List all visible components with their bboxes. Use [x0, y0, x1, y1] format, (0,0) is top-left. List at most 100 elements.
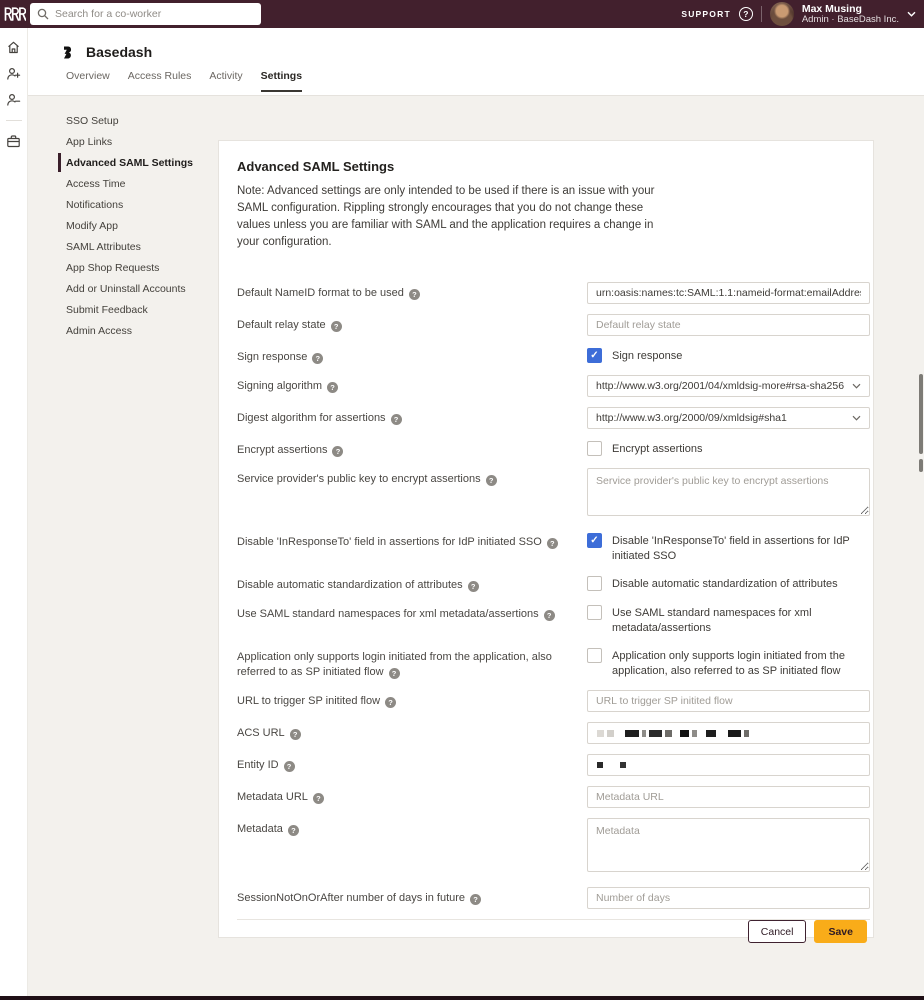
- panel-note: Note: Advanced settings are only intende…: [237, 183, 675, 251]
- nav-add-or-uninstall-accounts[interactable]: Add or Uninstall Accounts: [66, 283, 216, 295]
- nav-app-links[interactable]: App Links: [66, 136, 216, 148]
- digest-algorithm-select[interactable]: http://www.w3.org/2000/09/xmldsig#sha1: [587, 407, 870, 429]
- entity-id-input[interactable]: [587, 754, 870, 776]
- sp-public-key-textarea[interactable]: [587, 468, 870, 516]
- standard-namespaces-checkbox[interactable]: [587, 605, 602, 620]
- panel-title: Advanced SAML Settings: [237, 159, 855, 174]
- acs-url-input[interactable]: [587, 722, 870, 744]
- sp-initiated-only-checkbox[interactable]: [587, 648, 602, 663]
- scrollbar-thumb-small[interactable]: [919, 459, 923, 472]
- nav-submit-feedback[interactable]: Submit Feedback: [66, 304, 216, 316]
- support-link[interactable]: SUPPORT: [681, 9, 731, 19]
- row-sign-response: Sign response Sign response: [237, 346, 870, 365]
- info-icon[interactable]: [284, 761, 295, 772]
- row-standard-namespaces: Use SAML standard namespaces for xml met…: [237, 603, 870, 636]
- row-default-nameid-format: Default NameID format to be used: [237, 282, 870, 304]
- checkbox-label: Encrypt assertions: [612, 441, 702, 457]
- encrypt-assertions-checkbox[interactable]: [587, 441, 602, 456]
- info-icon[interactable]: [544, 610, 555, 621]
- signing-algorithm-select[interactable]: http://www.w3.org/2001/04/xmldsig-more#r…: [587, 375, 870, 397]
- save-button[interactable]: Save: [814, 920, 867, 943]
- help-icon[interactable]: [739, 7, 753, 21]
- field-label: Signing algorithm: [237, 380, 322, 392]
- field-label: Disable 'InResponseTo' field in assertio…: [237, 536, 542, 548]
- row-session-days: SessionNotOnOrAfter number of days in fu…: [237, 887, 870, 909]
- row-entity-id: Entity ID: [237, 754, 870, 776]
- tab-settings[interactable]: Settings: [261, 70, 302, 92]
- nav-saml-attributes[interactable]: SAML Attributes: [66, 241, 216, 253]
- default-relay-state-input[interactable]: [587, 314, 870, 336]
- field-label: Service provider's public key to encrypt…: [237, 473, 481, 485]
- bottom-strip: [0, 996, 924, 1000]
- home-icon[interactable]: [6, 40, 21, 55]
- info-icon[interactable]: [312, 353, 323, 364]
- topbar-divider: [761, 6, 762, 22]
- field-label: URL to trigger SP initited flow: [237, 695, 380, 707]
- info-icon[interactable]: [385, 697, 396, 708]
- tab-overview[interactable]: Overview: [66, 70, 110, 92]
- checkbox-label: Use SAML standard namespaces for xml met…: [612, 605, 870, 636]
- field-label: Metadata: [237, 823, 283, 835]
- nav-app-shop-requests[interactable]: App Shop Requests: [66, 262, 216, 274]
- checkbox-label: Disable 'InResponseTo' field in assertio…: [612, 533, 870, 564]
- nav-advanced-saml-settings[interactable]: Advanced SAML Settings: [66, 157, 216, 169]
- info-icon[interactable]: [331, 321, 342, 332]
- nav-sso-setup[interactable]: SSO Setup: [66, 115, 216, 127]
- chevron-down-icon[interactable]: [907, 11, 916, 17]
- row-acs-url: ACS URL: [237, 722, 870, 744]
- info-icon[interactable]: [486, 475, 497, 486]
- field-label: Default relay state: [237, 319, 326, 331]
- select-value: http://www.w3.org/2000/09/xmldsig#sha1: [596, 412, 787, 424]
- remove-user-icon[interactable]: [6, 92, 21, 107]
- cancel-button[interactable]: Cancel: [748, 920, 807, 943]
- icon-rail: [0, 28, 28, 996]
- metadata-textarea[interactable]: [587, 818, 870, 872]
- chevron-down-icon: [852, 383, 861, 389]
- url-trigger-sp-input[interactable]: [587, 690, 870, 712]
- info-icon[interactable]: [290, 729, 301, 740]
- rippling-logo[interactable]: [0, 7, 30, 21]
- info-icon[interactable]: [409, 289, 420, 300]
- nav-notifications[interactable]: Notifications: [66, 199, 216, 211]
- info-icon[interactable]: [547, 538, 558, 549]
- default-nameid-input[interactable]: [587, 282, 870, 304]
- info-icon[interactable]: [468, 581, 479, 592]
- field-label: Disable automatic standardization of att…: [237, 579, 463, 591]
- nav-access-time[interactable]: Access Time: [66, 178, 216, 190]
- basedash-app-icon: [62, 46, 75, 59]
- info-icon[interactable]: [313, 793, 324, 804]
- content-area: SSO Setup App Links Advanced SAML Settin…: [28, 96, 924, 996]
- tab-access-rules[interactable]: Access Rules: [128, 70, 192, 92]
- nav-modify-app[interactable]: Modify App: [66, 220, 216, 232]
- metadata-url-input[interactable]: [587, 786, 870, 808]
- avatar[interactable]: [770, 2, 794, 26]
- page-title: Basedash: [86, 44, 152, 60]
- settings-nav: SSO Setup App Links Advanced SAML Settin…: [66, 115, 216, 346]
- scrollbar-thumb[interactable]: [919, 374, 923, 454]
- advanced-saml-panel: Advanced SAML Settings Note: Advanced se…: [218, 140, 874, 938]
- info-icon[interactable]: [391, 414, 402, 425]
- redacted-value: [588, 723, 869, 743]
- search-input[interactable]: [55, 8, 254, 20]
- row-signing-algorithm: Signing algorithm http://www.w3.org/2001…: [237, 375, 870, 397]
- nav-admin-access[interactable]: Admin Access: [66, 325, 216, 337]
- field-label: Sign response: [237, 351, 307, 363]
- info-icon[interactable]: [332, 446, 343, 457]
- row-disable-inresponseto: Disable 'InResponseTo' field in assertio…: [237, 531, 870, 564]
- user-menu[interactable]: Max Musing Admin · BaseDash Inc.: [802, 3, 899, 26]
- checkbox-label: Sign response: [612, 348, 682, 364]
- tab-activity[interactable]: Activity: [209, 70, 242, 92]
- tab-bar: Overview Access Rules Activity Settings: [28, 70, 924, 92]
- disable-inresponseto-checkbox[interactable]: [587, 533, 602, 548]
- user-role: Admin · BaseDash Inc.: [802, 15, 899, 26]
- session-days-input[interactable]: [587, 887, 870, 909]
- add-user-icon[interactable]: [6, 66, 21, 81]
- info-icon[interactable]: [389, 668, 400, 679]
- sign-response-checkbox[interactable]: [587, 348, 602, 363]
- info-icon[interactable]: [470, 894, 481, 905]
- info-icon[interactable]: [288, 825, 299, 836]
- coworker-search[interactable]: [30, 3, 261, 25]
- disable-standardization-checkbox[interactable]: [587, 576, 602, 591]
- info-icon[interactable]: [327, 382, 338, 393]
- briefcase-icon[interactable]: [6, 134, 21, 149]
